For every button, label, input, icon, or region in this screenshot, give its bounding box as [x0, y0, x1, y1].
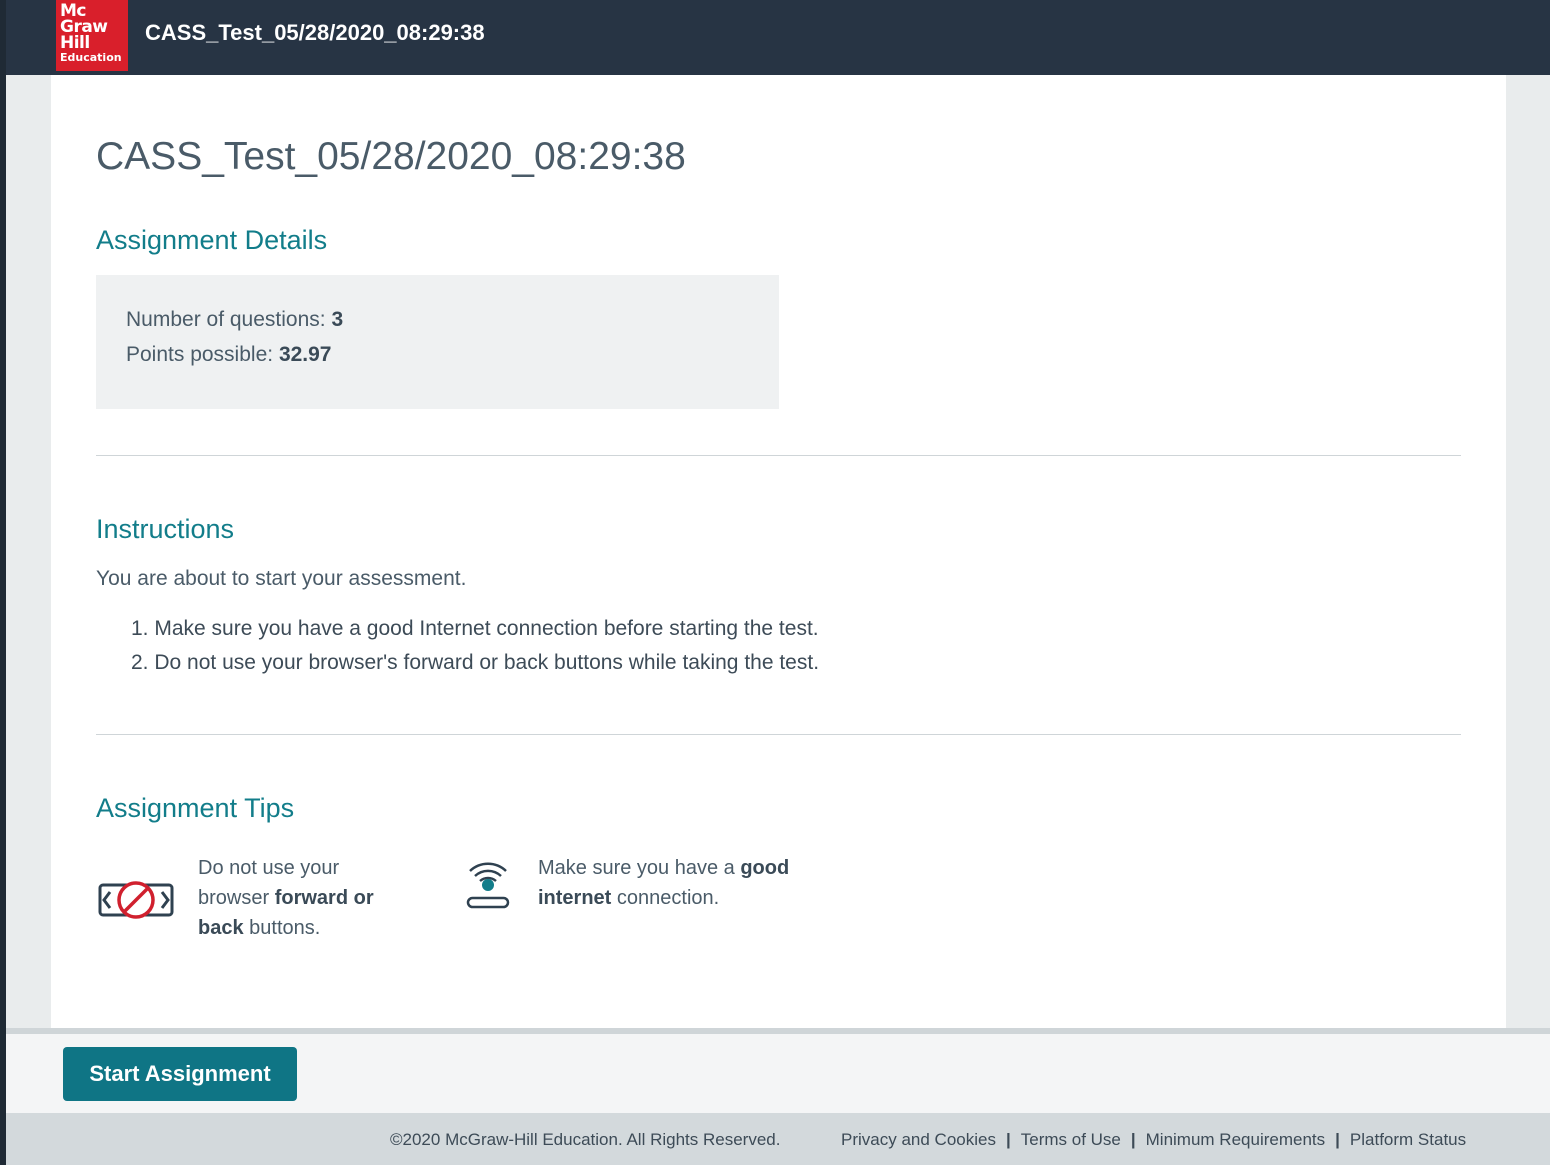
- requirements-link[interactable]: Minimum Requirements: [1146, 1130, 1326, 1149]
- list-item: 1. Make sure you have a good Internet co…: [131, 615, 819, 649]
- list-number: 1.: [131, 617, 149, 640]
- link-separator: |: [1335, 1130, 1340, 1149]
- header-title: CASS_Test_05/28/2020_08:29:38: [145, 20, 485, 45]
- privacy-link[interactable]: Privacy and Cookies: [841, 1130, 996, 1149]
- questions-row: Number of questions: 3: [126, 308, 343, 332]
- wifi-icon: [465, 855, 511, 916]
- tip-text-part: Make sure you have a: [538, 857, 741, 879]
- points-row: Points possible: 32.97: [126, 343, 332, 367]
- top-bar: Mc Graw Hill Education CASS_Test_05/28/2…: [6, 0, 1550, 75]
- mcgraw-hill-logo: Mc Graw Hill Education: [56, 0, 128, 71]
- window-edge: [0, 0, 6, 1165]
- divider: [96, 734, 1461, 735]
- list-number: 2.: [131, 651, 149, 674]
- tip-navigation: Do not use your browser forward or back …: [198, 853, 408, 943]
- logo-line: Education: [60, 51, 122, 64]
- points-value: 32.97: [278, 343, 332, 366]
- link-separator: |: [1005, 1130, 1011, 1149]
- instructions-intro: You are about to start your assessment.: [96, 567, 467, 590]
- details-box: Number of questions: 3 Points possible: …: [96, 275, 779, 409]
- page-title: CASS_Test_05/28/2020_08:29:38: [96, 135, 686, 178]
- copyright-text: ©2020 McGraw-Hill Education. All Rights …: [390, 1130, 781, 1149]
- tip-text-part: buttons.: [243, 917, 321, 939]
- list-item: 2. Do not use your browser's forward or …: [131, 649, 819, 683]
- points-label: Points possible:: [126, 343, 274, 366]
- instructions-list: 1. Make sure you have a good Internet co…: [131, 615, 819, 683]
- no-navigation-icon: [97, 880, 175, 925]
- instructions-heading: Instructions: [96, 514, 235, 544]
- footer-links: Privacy and Cookies | Terms of Use | Minimum…: [841, 1130, 1466, 1150]
- main-content: CASS_Test_05/28/2020_08:29:38 Assignment…: [51, 75, 1506, 1028]
- divider: [96, 455, 1461, 456]
- link-separator: |: [1130, 1130, 1136, 1149]
- logo-line: Hill: [60, 33, 90, 53]
- action-bar: Start Assignment: [6, 1034, 1550, 1113]
- list-text: Make sure you have a good Internet conne…: [154, 617, 819, 640]
- terms-link[interactable]: Terms of Use: [1021, 1130, 1121, 1149]
- assignment-tips-heading: Assignment Tips: [96, 793, 295, 823]
- list-text: Do not use your browser's forward or bac…: [154, 651, 820, 674]
- assignment-details-heading: Assignment Details: [96, 225, 328, 255]
- start-assignment-button[interactable]: Start Assignment: [63, 1047, 297, 1101]
- tip-text-part: connection.: [611, 887, 720, 909]
- questions-value: 3: [331, 308, 344, 331]
- platform-status-link[interactable]: Platform Status: [1350, 1130, 1466, 1149]
- questions-label: Number of questions:: [126, 308, 326, 331]
- tip-internet: Make sure you have a good internet conne…: [538, 853, 808, 913]
- legal-footer: ©2020 McGraw-Hill Education. All Rights …: [6, 1113, 1550, 1165]
